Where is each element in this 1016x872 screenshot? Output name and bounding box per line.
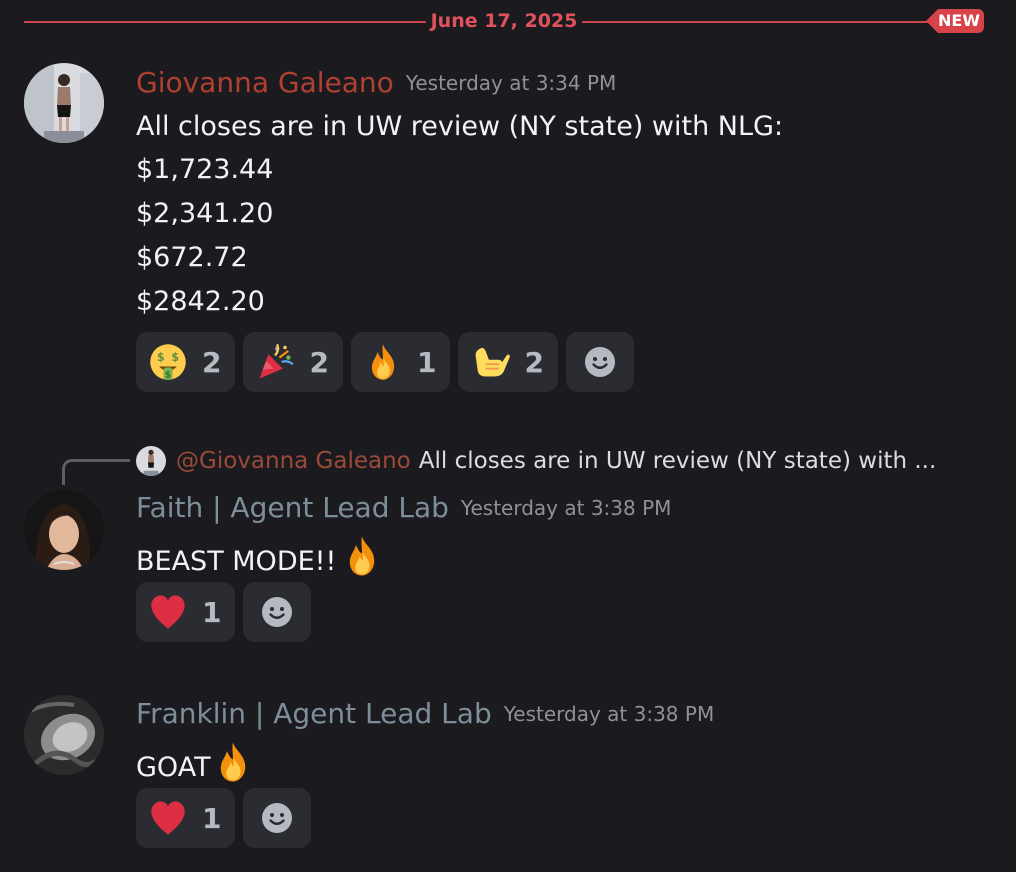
username[interactable]: Franklin | Agent Lead Lab — [136, 697, 492, 730]
reactions-bar: 1 — [136, 582, 312, 642]
reactions-bar: $ $ $ 2 2 1 2 — [136, 332, 634, 392]
message-text-line: $1,723.44 — [136, 154, 274, 185]
new-messages-badge[interactable]: NEW — [926, 9, 984, 33]
message-header: Faith | Agent Lead Lab Yesterday at 3:38 … — [136, 490, 671, 526]
reactions-bar: 1 — [136, 788, 312, 848]
avatar[interactable] — [24, 490, 104, 570]
divider-line — [582, 21, 928, 23]
reaction-count: 1 — [202, 595, 222, 629]
call-me-hand-icon — [476, 347, 511, 377]
message-header: Franklin | Agent Lead Lab Yesterday at 3:… — [136, 696, 714, 732]
message-text: GOAT — [136, 752, 211, 783]
avatar-photo-icon — [24, 490, 104, 570]
fire-icon — [363, 342, 403, 382]
reaction-party-popper[interactable]: 2 — [243, 332, 343, 392]
fire-icon — [340, 534, 384, 578]
smiley-face-icon — [582, 344, 618, 380]
avatar-photo-icon — [24, 63, 104, 143]
red-heart-icon — [148, 798, 188, 838]
reply-avatar — [136, 446, 166, 476]
add-reaction-button[interactable] — [243, 788, 312, 848]
reply-reference[interactable]: @Giovanna Galeano All closes are in UW r… — [136, 444, 936, 478]
message-text-line: GOAT — [136, 740, 255, 786]
reaction-money-mouth[interactable]: $ $ $ 2 — [136, 332, 236, 392]
timestamp: Yesterday at 3:38 PM — [503, 702, 715, 726]
add-reaction-button[interactable] — [565, 332, 634, 392]
chat-view: June 17, 2025 NEW Giovanna Galeano Yester… — [0, 0, 1016, 872]
reply-mention[interactable]: @Giovanna Galeano — [176, 448, 411, 474]
svg-text:$: $ — [165, 371, 171, 381]
timestamp: Yesterday at 3:34 PM — [405, 71, 617, 95]
reaction-count: 2 — [524, 345, 544, 379]
reaction-heart[interactable]: 1 — [136, 788, 236, 848]
reaction-call-me-hand[interactable]: 2 — [458, 332, 558, 392]
message-text-line: $2842.20 — [136, 286, 265, 317]
avatar-photo-icon — [24, 695, 104, 775]
username[interactable]: Giovanna Galeano — [136, 66, 394, 99]
message-text: BEAST MODE!! — [136, 546, 337, 577]
avatar[interactable] — [24, 695, 104, 775]
message-text-line: $672.72 — [136, 242, 248, 273]
red-heart-icon — [148, 592, 188, 632]
svg-text:$: $ — [157, 351, 165, 364]
reaction-fire[interactable]: 1 — [350, 332, 451, 392]
fire-icon — [211, 740, 255, 784]
add-reaction-button[interactable] — [243, 582, 312, 642]
party-popper-icon — [259, 343, 294, 379]
divider-line — [24, 21, 426, 23]
reaction-count: 1 — [202, 801, 222, 835]
avatar[interactable] — [24, 63, 104, 143]
reaction-count: 2 — [202, 345, 222, 379]
reaction-count: 1 — [416, 345, 437, 379]
username[interactable]: Faith | Agent Lead Lab — [136, 491, 449, 524]
avatar-photo-icon — [136, 446, 166, 476]
reply-preview: All closes are in UW review (NY state) w… — [418, 448, 937, 474]
message-header: Giovanna Galeano Yesterday at 3:34 PM — [136, 65, 616, 101]
money-mouth-face-icon: $ $ $ — [150, 344, 186, 381]
message-text-line: $2,341.20 — [136, 198, 274, 229]
smiley-face-icon — [259, 594, 295, 630]
message-text-line: All closes are in UW review (NY state) w… — [136, 111, 784, 142]
timestamp: Yesterday at 3:38 PM — [460, 496, 672, 520]
date-divider: June 17, 2025 NEW — [24, 9, 984, 33]
svg-text:$: $ — [171, 351, 179, 364]
smiley-face-icon — [259, 800, 295, 836]
reply-spine — [62, 459, 130, 485]
reaction-count: 2 — [309, 345, 329, 379]
reaction-heart[interactable]: 1 — [136, 582, 236, 642]
divider-date: June 17, 2025 — [430, 10, 578, 32]
message-text-line: BEAST MODE!! — [136, 534, 384, 580]
